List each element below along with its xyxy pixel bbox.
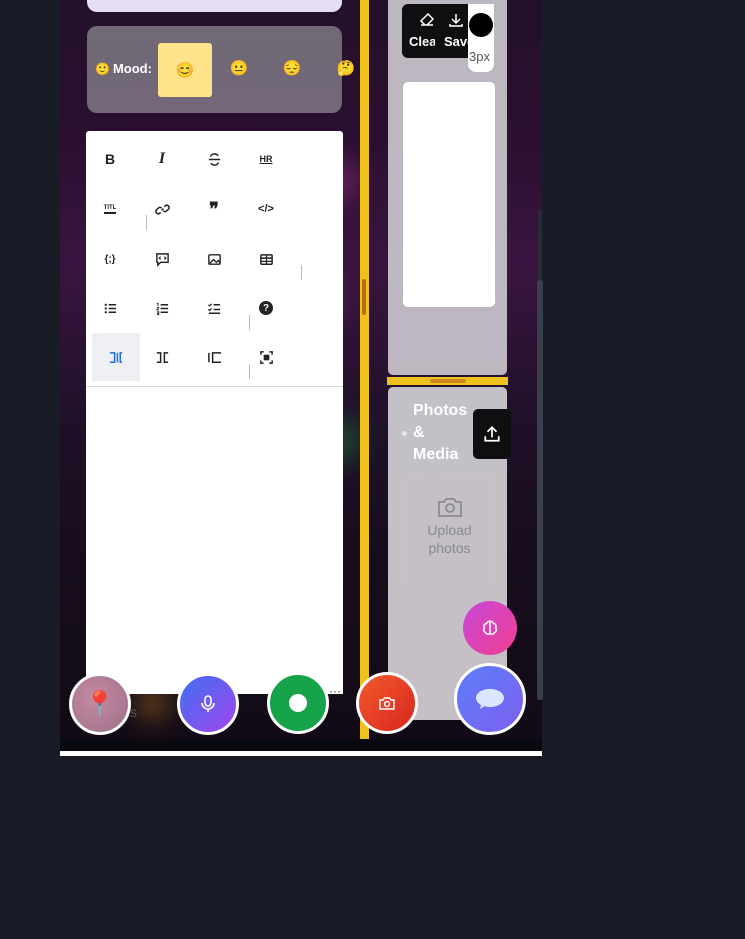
code-block-icon: {;} — [104, 253, 116, 265]
camera-icon — [405, 496, 494, 521]
table-icon — [259, 253, 273, 265]
live-mode-button[interactable] — [138, 333, 186, 381]
thinking-emoji-icon: 🤔 — [336, 60, 356, 77]
editor-toolbar: B I HR TITL ❞ </> {;} ? — [86, 131, 343, 387]
pushpin-icon: 📍 — [83, 688, 117, 719]
app-footer — [60, 739, 542, 751]
bullet-list-icon — [104, 303, 116, 313]
image-icon — [207, 253, 221, 265]
preview-mode-button[interactable] — [190, 333, 238, 381]
title-icon: TITL — [103, 204, 117, 214]
mood-card: 🙂 Mood: 😊 😐 😔 🤔 — [87, 26, 355, 113]
checklist-icon — [207, 302, 220, 314]
strikethrough-icon — [208, 152, 220, 166]
edit-mode-icon — [109, 351, 122, 363]
background-text: s — [130, 704, 137, 720]
brush-size-control[interactable]: 3px — [468, 4, 494, 72]
markdown-editor: B I HR TITL ❞ </> {;} ? ··· — [86, 131, 343, 698]
italic-icon: I — [158, 150, 166, 167]
mood-smile-icon: 🙂 — [95, 61, 110, 76]
code-icon: </> — [258, 203, 274, 215]
upload-icon — [484, 426, 500, 442]
strikethrough-button[interactable] — [190, 135, 238, 183]
mood-option-neutral[interactable]: 😐 — [212, 41, 266, 95]
code-block-button[interactable]: {;} — [86, 235, 134, 283]
numbered-list-icon — [155, 302, 168, 315]
quote-icon: ❞ — [209, 198, 219, 219]
editor-more-icon[interactable]: ··· — [329, 684, 341, 698]
top-card — [87, 0, 342, 12]
scrollbar-thumb[interactable] — [537, 280, 543, 700]
sad-emoji-icon: 😔 — [282, 60, 302, 77]
pin-button[interactable]: 📍 — [69, 673, 131, 735]
photos-indicator-dot — [402, 431, 407, 436]
live-mode-icon — [156, 351, 168, 363]
upload-button[interactable] — [473, 409, 511, 459]
code-button[interactable]: </> — [242, 185, 290, 233]
vertical-resize-handle[interactable] — [362, 279, 366, 315]
link-button[interactable] — [138, 185, 186, 233]
quote-button[interactable]: ❞ — [190, 185, 238, 233]
upload-photos-label: Upload photos — [427, 522, 472, 556]
happy-emoji-icon: 😊 — [175, 62, 195, 79]
chat-bubble-icon — [476, 689, 504, 709]
photos-title: Photos & Media — [413, 402, 468, 463]
brush-size-label: 3px — [469, 49, 490, 64]
app-bottom-border — [60, 751, 542, 756]
mood-option-sad[interactable]: 😔 — [265, 41, 319, 95]
horizontal-resize-divider[interactable] — [387, 377, 508, 385]
mood-label-text: Mood: — [112, 61, 152, 76]
horizontal-rule-button[interactable]: HR — [242, 135, 290, 183]
edit-mode-button[interactable] — [92, 333, 140, 381]
record-button[interactable] — [267, 672, 329, 734]
help-button[interactable]: ? — [242, 284, 290, 332]
record-dot-icon — [289, 694, 307, 712]
mood-option-happy[interactable]: 😊 — [158, 43, 212, 97]
mood-label: 🙂 Mood: — [95, 61, 152, 76]
camera-button[interactable] — [356, 672, 418, 734]
bold-button[interactable]: B — [86, 135, 134, 183]
checklist-button[interactable] — [190, 284, 238, 332]
ai-brain-button[interactable] — [463, 601, 517, 655]
microphone-icon — [201, 695, 215, 712]
brush-preview-dot — [469, 13, 493, 37]
bullet-list-button[interactable] — [86, 284, 134, 332]
chat-button[interactable] — [454, 663, 526, 735]
brain-icon — [482, 620, 498, 635]
vertical-resize-divider[interactable] — [360, 0, 369, 739]
comment-code-button[interactable] — [138, 235, 186, 283]
link-icon — [154, 204, 170, 214]
italic-button[interactable]: I — [138, 135, 186, 183]
title-button[interactable]: TITL — [86, 185, 134, 233]
voice-record-button[interactable] — [177, 673, 239, 735]
drawing-canvas[interactable] — [403, 82, 495, 307]
comment-code-icon — [155, 252, 169, 267]
preview-mode-icon — [207, 351, 221, 363]
camera-icon — [379, 697, 395, 710]
horizontal-rule-icon: HR — [259, 154, 273, 164]
editor-text-area[interactable] — [86, 387, 343, 687]
horizontal-resize-handle[interactable] — [430, 379, 466, 383]
toolbar-separator — [301, 265, 302, 280]
table-button[interactable] — [242, 235, 290, 283]
bold-icon: B — [104, 151, 116, 167]
numbered-list-button[interactable] — [138, 284, 186, 332]
neutral-emoji-icon: 😐 — [229, 60, 249, 77]
help-icon: ? — [259, 301, 273, 315]
fullscreen-icon — [259, 350, 273, 364]
fullscreen-button[interactable] — [242, 333, 290, 381]
image-button[interactable] — [190, 235, 238, 283]
photo-upload-zone[interactable]: Upload photos — [403, 476, 496, 585]
